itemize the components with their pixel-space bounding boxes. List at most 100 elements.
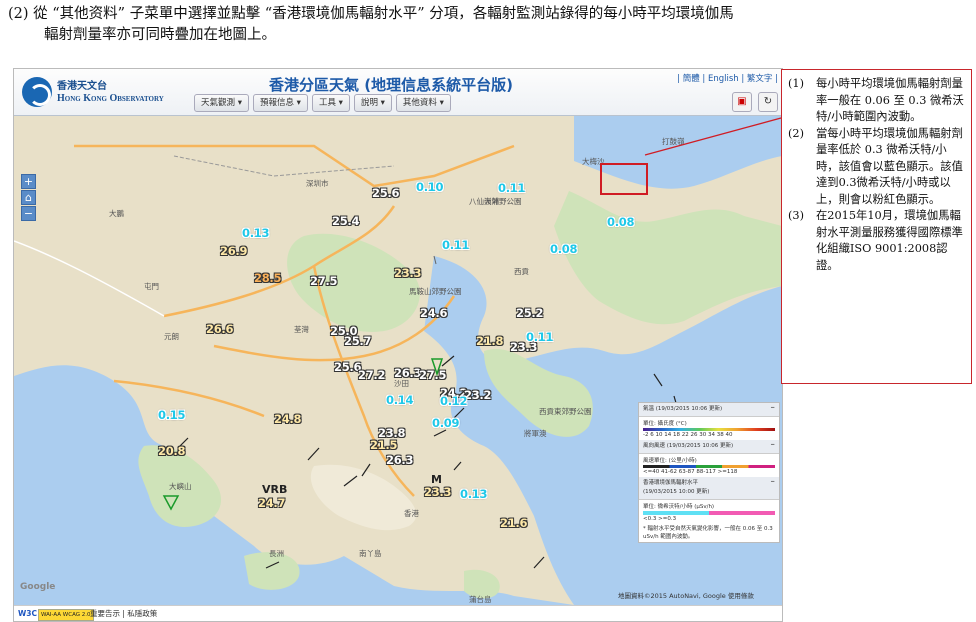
temp-label[interactable]: 20.8 — [158, 444, 185, 458]
menu-tools[interactable]: 工具 ▾ — [311, 94, 350, 112]
legend-rad-time: (19/03/2015 10:00 更新) — [643, 489, 710, 495]
temp-label[interactable]: 26.3 — [394, 366, 421, 380]
menu-other-info[interactable]: 其他資料 ▾ — [395, 94, 451, 112]
menu-help[interactable]: 說明 ▾ — [353, 94, 392, 112]
refresh-icon[interactable]: ↻ — [758, 92, 778, 112]
temp-label[interactable]: 23.3 — [424, 485, 451, 499]
callout-number: (3) — [788, 209, 805, 222]
callout-item: (2) 當每小時平均環境伽馬輻射劑量率低於 0.3 微希沃特/小時，該值會以藍色… — [788, 126, 965, 209]
instruction-line-1: (2) 從 “其他资料” 子菜單中選擇並點擊 “香港環境伽馬輻射水平” 分項，各… — [8, 6, 734, 22]
temp-label[interactable]: 21.8 — [476, 334, 503, 348]
temp-label[interactable]: 21.6 — [500, 516, 527, 530]
hko-logo[interactable]: 香港天文台 Hong Kong Observatory — [22, 77, 164, 107]
temp-label[interactable]: 24.6 — [420, 306, 447, 320]
temp-label[interactable]: 24.8 — [274, 412, 301, 426]
w3c-badge[interactable]: W3C — [18, 606, 37, 621]
temp-label[interactable]: 27.2 — [358, 368, 385, 382]
footer-links[interactable]: 重要告示 | 私隱政策 — [90, 606, 157, 621]
radiation-label-highlighted[interactable]: 0.08 — [607, 215, 634, 229]
radiation-label[interactable]: 0.13 — [460, 487, 487, 501]
menu-weather-obs[interactable]: 天氣觀測 ▾ — [194, 94, 249, 112]
temp-label[interactable]: 27.5 — [419, 368, 446, 382]
legend-temp-unit: 單位: 攝氏度 (°C) — [643, 421, 687, 427]
callout-box: (1) 每小時平均環境伽馬輻射劑量率一般在 0.06 至 0.3 微希沃特/小時… — [781, 69, 972, 384]
radiation-label[interactable]: 0.14 — [386, 393, 413, 407]
temp-label[interactable]: 21.5 — [370, 438, 397, 452]
temp-label[interactable]: 26.3 — [386, 453, 413, 467]
page-title: 香港分區天氣 (地理信息系統平台版) — [269, 76, 513, 94]
radiation-color-bar — [643, 511, 775, 515]
temp-label[interactable]: 26.6 — [206, 322, 233, 336]
instruction-line-2: 輻射劑量率亦可同時疊加在地圖上。 — [44, 27, 276, 43]
callout-text: 每小時平均環境伽馬輻射劑量率一般在 0.06 至 0.3 微希沃特/小時範圍內波… — [816, 77, 964, 123]
radiation-label[interactable]: 0.13 — [242, 226, 269, 240]
home-icon[interactable]: ⌂ — [21, 190, 36, 205]
app-header: 香港天文台 Hong Kong Observatory 香港分區天氣 (地理信息… — [14, 69, 782, 116]
temp-label[interactable]: 26.9 — [220, 244, 247, 258]
zoom-in-button[interactable]: + — [21, 174, 36, 189]
legend-radiation-header[interactable]: 香港環境伽馬輻射水平 − (19/03/2015 10:00 更新) — [639, 477, 779, 500]
callout-text: 在2015年10月，環境伽馬輻射水平測量服務獲得國際標準化組織ISO 9001:… — [816, 209, 963, 272]
place-label: 馬鞍山郊野公園 — [409, 287, 462, 296]
highlight-box — [600, 163, 648, 195]
radiation-label[interactable]: 0.15 — [158, 408, 185, 422]
temp-label[interactable]: 25.4 — [332, 214, 359, 228]
radiation-label[interactable]: 0.12 — [440, 394, 467, 408]
temp-label[interactable]: 23.2 — [464, 388, 491, 402]
callout-item: (3) 在2015年10月，環境伽馬輻射水平測量服務獲得國際標準化組織ISO 9… — [788, 208, 965, 274]
wcag-badge[interactable]: WAI-AA WCAG 2.0 — [38, 609, 94, 621]
temp-label[interactable]: 24.7 — [258, 496, 285, 510]
legend-wind-header[interactable]: 風向風速 (19/03/2015 10:06 更新) − — [639, 440, 779, 454]
callout-text: 當每小時平均環境伽馬輻射劑量率低於 0.3 微希沃特/小時，該值會以藍色顯示。該… — [816, 126, 963, 206]
callout-number: (1) — [788, 77, 805, 90]
place-label: 西貢東郊野公園 — [539, 407, 592, 416]
pdf-icon[interactable]: ▣ — [732, 92, 752, 112]
temp-label[interactable]: 25.2 — [516, 306, 543, 320]
radiation-label[interactable]: 0.08 — [550, 242, 577, 256]
legend-temp-header[interactable]: 氣溫 (19/03/2015 10:06 更新) − — [639, 403, 779, 417]
temp-color-bar — [643, 428, 775, 431]
legend-rad-unit: 單位: 微希沃特/小時 (μSv/h) — [643, 504, 715, 510]
legend-temp-title: 氣溫 (19/03/2015 10:06 更新) — [643, 406, 723, 412]
callout-item: (1) 每小時平均環境伽馬輻射劑量率一般在 0.06 至 0.3 微希沃特/小時… — [788, 76, 965, 126]
legend-rad-title: 香港環境伽馬輻射水平 — [643, 480, 699, 486]
google-logo: Google — [20, 582, 56, 592]
place-label: 深圳市 — [306, 179, 329, 188]
map-copyright[interactable]: 地圖資料©2015 AutoNavi, Google 使用條款 — [618, 590, 754, 600]
collapse-icon[interactable]: − — [770, 478, 775, 487]
temp-label[interactable]: 28.5 — [254, 271, 281, 285]
temp-label[interactable]: 25.6 — [372, 186, 399, 200]
legend-rad-ticks: <0.3 >=0.3 — [643, 516, 677, 522]
radiation-label[interactable]: 0.10 — [416, 180, 443, 194]
legend-wind-ticks: <=40 41-62 63-87 88-117 >=118 — [643, 469, 738, 475]
radiation-label[interactable]: 0.09 — [432, 416, 459, 430]
temp-label[interactable]: 25.7 — [344, 334, 371, 348]
radiation-label[interactable]: 0.11 — [526, 330, 553, 344]
legend-wind-title: 風向風速 (19/03/2015 10:06 更新) — [643, 443, 734, 449]
language-links[interactable]: | 簡體 | English | 繁文字 | — [677, 72, 778, 84]
radiation-label[interactable]: 0.11 — [442, 238, 469, 252]
collapse-icon[interactable]: − — [770, 404, 775, 413]
radiation-label[interactable]: 0.11 — [498, 181, 525, 195]
wind-color-bar — [643, 465, 775, 468]
zoom-out-button[interactable]: − — [21, 206, 36, 221]
station-vrb: VRB — [262, 483, 288, 496]
main-menu: 天氣觀測 ▾ 預報信息 ▾ 工具 ▾ 說明 ▾ 其他資料 ▾ — [194, 94, 451, 112]
place-label: 八仙嶺郊野公園 — [469, 197, 522, 206]
place-label: 南丫島 — [359, 549, 382, 558]
place-label: 荃灣 — [294, 325, 309, 334]
map-canvas[interactable]: + ⌂ − 深圳市 大埔 打鼓嶺 大梅沙 大鵬 西貢 屯門 元朗 荃灣 沙田 將… — [14, 116, 782, 605]
place-label: 大鵬 — [109, 209, 124, 218]
temp-label[interactable]: 27.5 — [310, 274, 337, 288]
place-label: 西貢 — [514, 267, 529, 276]
place-label: 將軍澳 — [524, 429, 547, 438]
instruction-text: (2) 從 “其他资料” 子菜單中選擇並點擊 “香港環境伽馬輻射水平” 分項，各… — [8, 4, 968, 46]
legend-rad-note: * 輻射水平受自然天氣變化影響，一般在 0.06 至 0.3 uSv/h 範圍內… — [643, 526, 773, 540]
place-label: 香港 — [404, 509, 419, 518]
collapse-icon[interactable]: − — [770, 441, 775, 450]
menu-forecast[interactable]: 預報信息 ▾ — [252, 94, 308, 112]
temp-label[interactable]: 23.3 — [394, 266, 421, 280]
logo-zh: 香港天文台 — [57, 80, 107, 92]
place-label: 蒲台島 — [469, 595, 492, 604]
place-label: 打鼓嶺 — [662, 137, 685, 146]
